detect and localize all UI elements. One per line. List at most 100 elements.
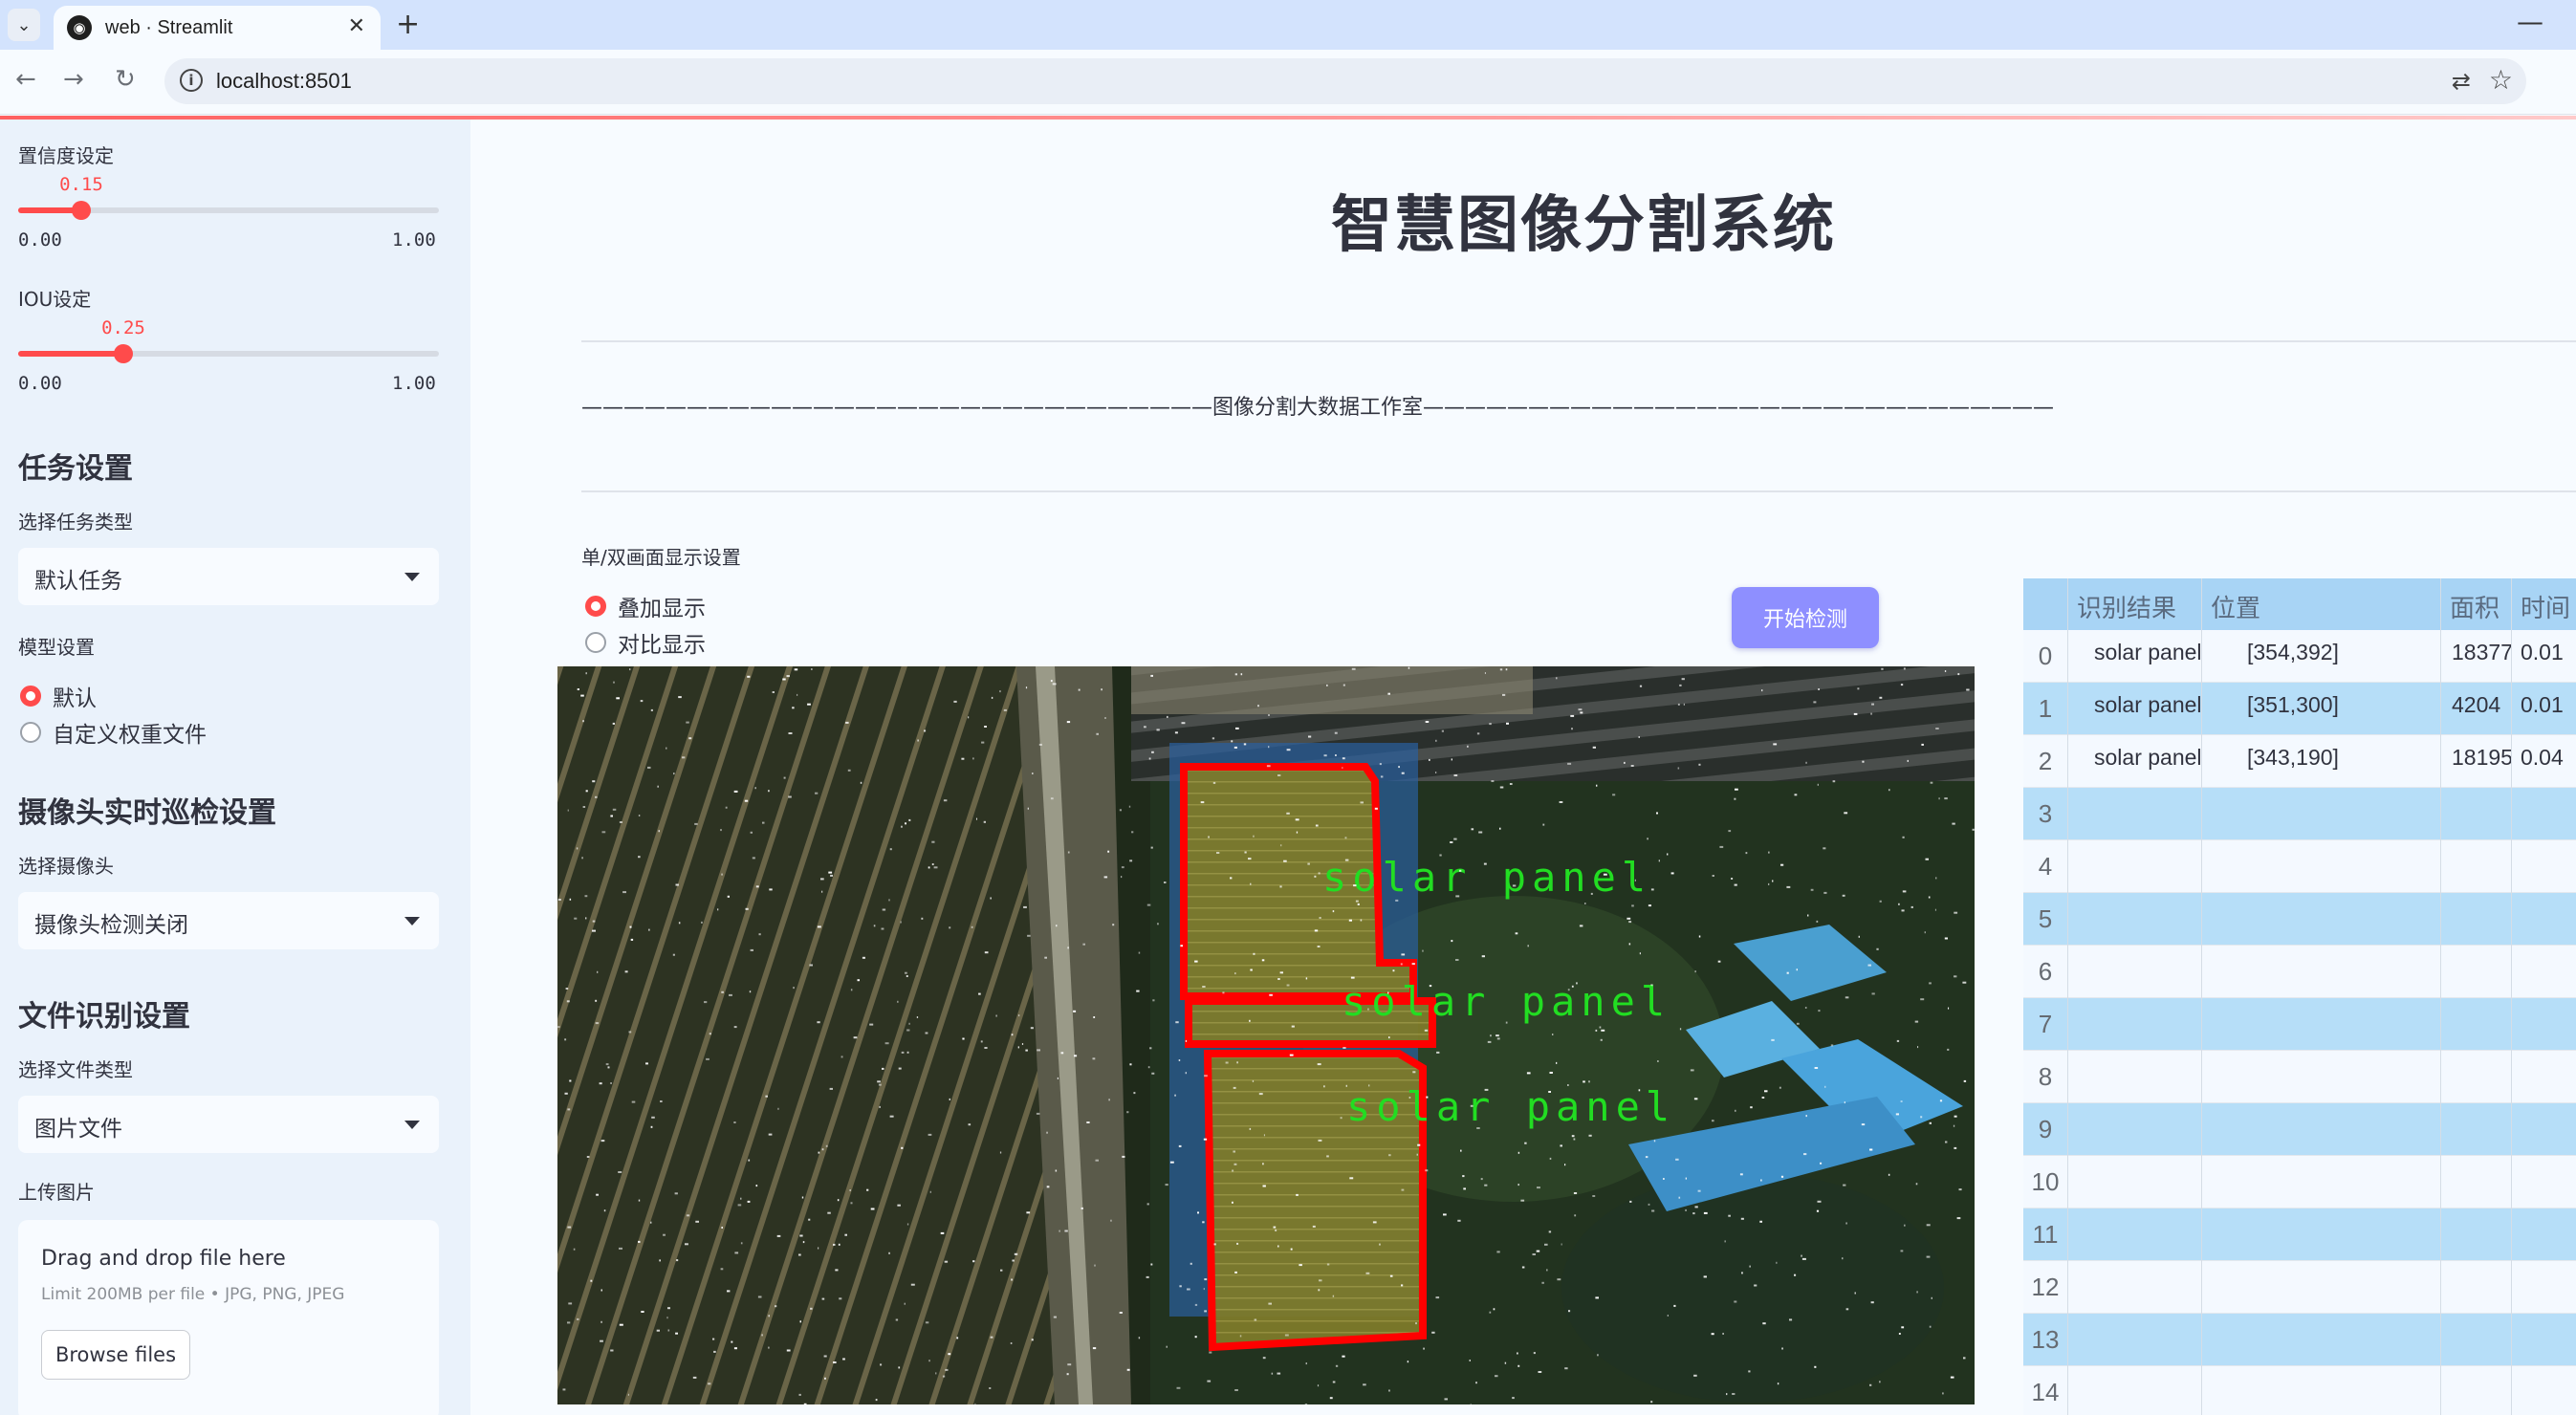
cell-position: [351,300] [2247, 692, 2339, 717]
confidence-slider-thumb[interactable] [72, 201, 91, 220]
new-tab-icon[interactable]: + [396, 8, 420, 41]
cell-result: solar panel [2094, 640, 2202, 664]
task-type-label: 选择任务类型 [18, 511, 133, 533]
table-row[interactable]: 2 solar panel [343,190] 18195 0.04 [2023, 735, 2576, 788]
row-index: 11 [2032, 1220, 2059, 1249]
row-index: 12 [2031, 1273, 2060, 1301]
table-row[interactable]: 12 [2023, 1261, 2576, 1314]
table-row[interactable]: 5 [2023, 893, 2576, 946]
header-time[interactable]: 时间 [2521, 589, 2570, 624]
divider [581, 340, 2576, 342]
forward-arrow-icon[interactable]: → [63, 65, 84, 94]
table-row[interactable]: 0 solar panel [354,392] 18377 0.01 [2023, 630, 2576, 683]
camera-select-label: 选择摄像头 [18, 855, 114, 878]
iou-slider[interactable] [18, 344, 439, 363]
task-settings-heading: 任务设置 [18, 452, 133, 486]
chevron-down-icon [404, 1121, 420, 1129]
column-divider [2201, 578, 2202, 1415]
iou-label: IOU设定 [18, 288, 92, 311]
back-arrow-icon[interactable]: ← [15, 65, 36, 94]
table-row[interactable]: 4 [2023, 840, 2576, 893]
row-index: 8 [2038, 1062, 2053, 1091]
dropzone-hint: Limit 200MB per file • JPG, PNG, JPEG [41, 1285, 345, 1304]
browse-files-button[interactable]: Browse files [41, 1330, 190, 1380]
streamlit-favicon-icon: ◉ [67, 15, 92, 40]
table-row[interactable]: 11 [2023, 1208, 2576, 1261]
file-dropzone[interactable]: Drag and drop file here Limit 200MB per … [18, 1220, 439, 1415]
row-index: 4 [2038, 852, 2053, 881]
table-header: 识别结果 位置 面积 时间 [2023, 578, 2576, 630]
confidence-min: 0.00 [18, 229, 62, 250]
divider [581, 490, 2576, 492]
browser-tab[interactable]: ◉ web · Streamlit ✕ [54, 6, 381, 50]
table-row[interactable]: 13 [2023, 1314, 2576, 1366]
column-divider [2440, 578, 2441, 1415]
cell-position: [354,392] [2247, 640, 2339, 664]
column-divider [2067, 578, 2068, 1415]
upload-label: 上传图片 [18, 1181, 95, 1204]
row-index: 13 [2031, 1325, 2060, 1354]
row-index: 6 [2038, 957, 2053, 986]
table-row[interactable]: 7 [2023, 998, 2576, 1051]
tab-search-dropdown-icon[interactable]: ⌄ [8, 9, 40, 41]
cell-time: 0.01 [2521, 640, 2564, 664]
radio-unselected-icon[interactable] [20, 722, 41, 743]
table-row[interactable]: 6 [2023, 946, 2576, 998]
display-mode-option-label: 对比显示 [618, 633, 706, 658]
model-option-custom[interactable]: 自定义权重文件 [20, 716, 207, 749]
iou-slider-thumb[interactable] [114, 344, 133, 363]
studio-banner: ——————————————————————————————图像分割大数据工作室… [581, 396, 2055, 420]
start-detection-button[interactable]: 开始检测 [1732, 587, 1879, 648]
task-type-select[interactable]: 默认任务 [18, 548, 439, 605]
radio-unselected-icon[interactable] [585, 632, 606, 653]
row-index: 10 [2031, 1167, 2060, 1196]
browser-toolbar: ← → ↻ i localhost:8501 ⇄ ☆ [0, 50, 2576, 115]
table-row[interactable]: 1 solar panel [351,300] 4204 0.01 [2023, 683, 2576, 735]
site-info-icon[interactable]: i [180, 69, 203, 92]
file-type-select[interactable]: 图片文件 [18, 1096, 439, 1153]
chevron-down-icon [404, 573, 420, 581]
model-option-default[interactable]: 默认 [20, 680, 97, 712]
iou-max: 1.00 [392, 373, 436, 394]
minimize-window-icon[interactable]: — [2517, 6, 2543, 37]
sidebar: 置信度设定 0.15 0.00 1.00 IOU设定 0.25 0.00 1.0… [0, 120, 470, 1415]
display-mode-overlay[interactable]: 叠加显示 [585, 590, 706, 622]
confidence-slider[interactable] [18, 201, 439, 220]
table-row[interactable]: 9 [2023, 1103, 2576, 1156]
header-area[interactable]: 面积 [2450, 589, 2500, 624]
row-index: 7 [2038, 1010, 2053, 1038]
cell-area: 4204 [2452, 692, 2501, 717]
confidence-max: 1.00 [392, 229, 436, 250]
cell-area: 18195 [2452, 745, 2513, 770]
model-option-label: 自定义权重文件 [53, 723, 207, 748]
cell-result: solar panel [2094, 692, 2202, 717]
row-index: 3 [2038, 799, 2053, 828]
table-row[interactable]: 8 [2023, 1051, 2576, 1103]
address-bar[interactable]: i localhost:8501 ⇄ ☆ [164, 58, 2526, 104]
radio-selected-icon[interactable] [20, 686, 41, 707]
header-position[interactable]: 位置 [2211, 589, 2260, 624]
camera-select[interactable]: 摄像头检测关闭 [18, 892, 439, 949]
confidence-label: 置信度设定 [18, 144, 114, 167]
reload-icon[interactable]: ↻ [115, 65, 136, 94]
dropzone-title: Drag and drop file here [41, 1247, 286, 1271]
header-result[interactable]: 识别结果 [2077, 589, 2176, 624]
camera-settings-heading: 摄像头实时巡检设置 [18, 796, 276, 830]
table-row[interactable]: 10 [2023, 1156, 2576, 1208]
bookmark-star-icon[interactable]: ☆ [2489, 64, 2513, 96]
column-divider [2511, 578, 2512, 1415]
chevron-down-icon [404, 917, 420, 925]
page-title: 智慧图像分割系统 [1331, 190, 1836, 261]
display-mode-compare[interactable]: 对比显示 [585, 626, 706, 659]
cell-time: 0.04 [2521, 745, 2564, 770]
cell-position: [343,190] [2247, 745, 2339, 770]
url-text[interactable]: localhost:8501 [216, 69, 352, 94]
close-tab-icon[interactable]: ✕ [348, 14, 365, 38]
row-index: 14 [2031, 1378, 2060, 1406]
table-row[interactable]: 14 [2023, 1366, 2576, 1415]
results-table[interactable]: 识别结果 位置 面积 时间 0 solar panel [354,392] 18377… [2023, 578, 2576, 1415]
translate-icon[interactable]: ⇄ [2452, 68, 2471, 95]
table-row[interactable]: 3 [2023, 788, 2576, 840]
camera-select-value: 摄像头检测关闭 [34, 913, 188, 938]
radio-selected-icon[interactable] [585, 596, 606, 617]
